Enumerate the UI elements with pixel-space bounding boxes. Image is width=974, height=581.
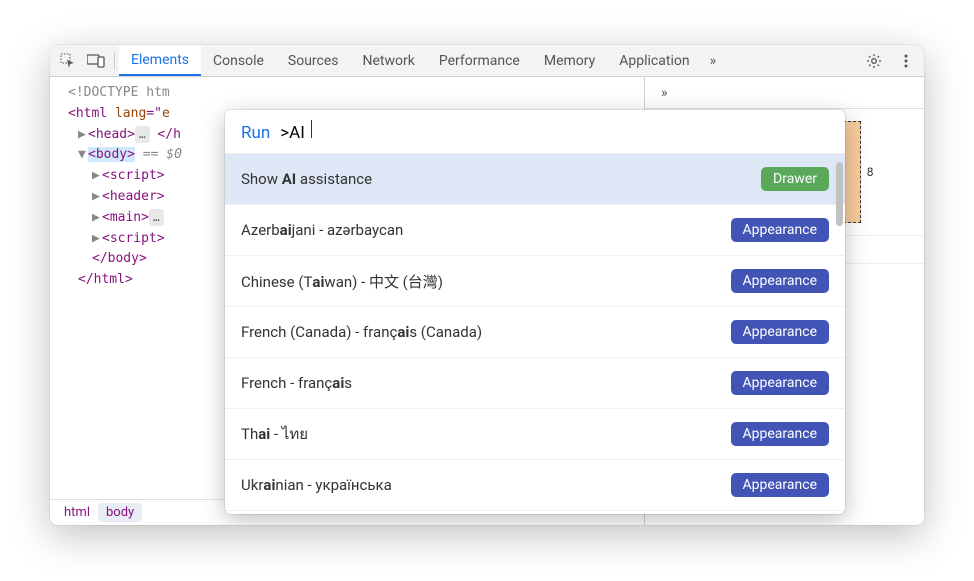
command-item[interactable]: Chinese (Taiwan) - 中文 (台灣) Appearance bbox=[225, 256, 845, 307]
command-item-label: Azerbaijani - azərbaycan bbox=[241, 221, 403, 239]
command-item-badge: Drawer bbox=[761, 167, 829, 191]
command-item[interactable]: Show ApplicationPanel bbox=[225, 511, 845, 514]
command-item-badge: Appearance bbox=[731, 473, 829, 497]
command-item[interactable]: French (Canada) - français (Canada) Appea… bbox=[225, 307, 845, 358]
command-item-label: Show AI assistance bbox=[241, 170, 372, 188]
tab-performance[interactable]: Performance bbox=[427, 45, 532, 76]
command-item-label: Chinese (Taiwan) - 中文 (台灣) bbox=[241, 271, 443, 292]
kebab-icon[interactable] bbox=[892, 47, 920, 75]
scrollbar-thumb[interactable] bbox=[836, 162, 843, 226]
tab-sources[interactable]: Sources bbox=[276, 45, 351, 76]
command-results: Show AI assistance Drawer Azerbaijani - az… bbox=[225, 154, 845, 514]
command-item[interactable]: Ukrainian - українська Appearance bbox=[225, 460, 845, 511]
command-item-label: Ukrainian - українська bbox=[241, 476, 392, 494]
command-item[interactable]: French - français Appearance bbox=[225, 358, 845, 409]
tabs-overflow[interactable]: » bbox=[702, 49, 725, 73]
command-item[interactable]: Azerbaijani - azərbaycan Appearance bbox=[225, 205, 845, 256]
body-close[interactable]: </body> bbox=[92, 251, 147, 266]
gear-icon[interactable] bbox=[860, 47, 888, 75]
tab-memory[interactable]: Memory bbox=[532, 45, 607, 76]
main-toolbar: Elements Console Sources Network Perform… bbox=[50, 45, 924, 77]
html-close[interactable]: </html> bbox=[78, 272, 133, 287]
command-item-badge: Appearance bbox=[731, 320, 829, 344]
command-item-badge: Appearance bbox=[731, 371, 829, 395]
tab-console[interactable]: Console bbox=[201, 45, 276, 76]
crumb-html[interactable]: html bbox=[56, 503, 98, 522]
inspect-icon[interactable] bbox=[54, 47, 82, 75]
command-item-badge: Appearance bbox=[731, 269, 829, 293]
command-item-label: French - français bbox=[241, 374, 352, 392]
run-prefix: Run bbox=[241, 123, 274, 143]
body-node[interactable]: <body> bbox=[88, 147, 135, 162]
command-item-badge: Appearance bbox=[731, 422, 829, 446]
crumb-body[interactable]: body bbox=[98, 503, 142, 522]
command-item-label: Thai - ไทย bbox=[241, 422, 308, 446]
tab-elements[interactable]: Elements bbox=[119, 45, 201, 76]
command-item-badge: Appearance bbox=[731, 218, 829, 242]
command-input-row: Run >AI bbox=[225, 110, 845, 154]
tab-network[interactable]: Network bbox=[351, 45, 427, 76]
command-item[interactable]: Show AI assistance Drawer bbox=[225, 154, 845, 205]
command-item-label: French (Canada) - français (Canada) bbox=[241, 323, 482, 341]
tab-application[interactable]: Application bbox=[607, 45, 701, 76]
device-toolbar-icon[interactable] bbox=[82, 47, 110, 75]
devtools-window: Elements Console Sources Network Perform… bbox=[50, 45, 924, 525]
styles-overflow[interactable]: » bbox=[653, 81, 676, 105]
command-item[interactable]: Thai - ไทย Appearance bbox=[225, 409, 845, 460]
margin-right-value: 8 bbox=[867, 165, 874, 179]
panel-tabs: Elements Console Sources Network Perform… bbox=[119, 45, 724, 76]
command-query[interactable]: >AI bbox=[280, 123, 305, 143]
command-palette: Run >AI Show AI assistance Drawer Azerbaij… bbox=[225, 110, 845, 514]
doctype-node[interactable]: <!DOCTYPE htm bbox=[68, 85, 170, 100]
